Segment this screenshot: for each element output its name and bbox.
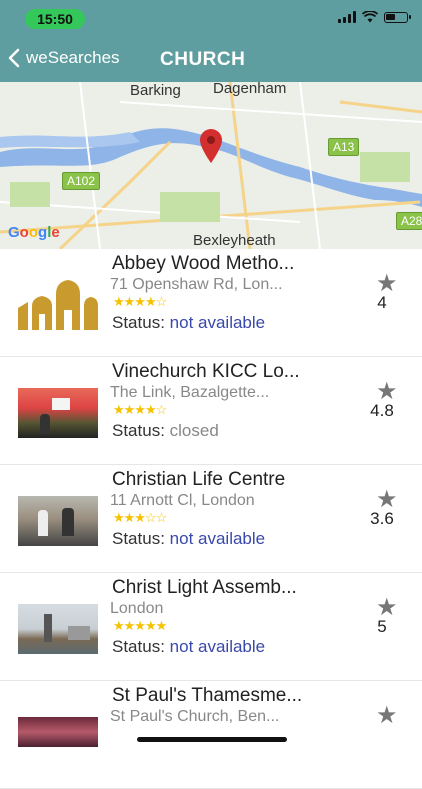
result-name: Vinechurch KICC Lo... — [112, 361, 300, 382]
google-logo: Google — [8, 224, 60, 241]
result-stars: ★★★☆☆ — [113, 510, 167, 525]
map-pin-icon[interactable] — [198, 128, 224, 164]
chevron-left-icon — [8, 48, 20, 68]
back-label: weSearches — [26, 48, 120, 67]
result-status: Status: closed — [112, 421, 219, 441]
result-rating: 5 — [377, 617, 387, 636]
status-value: not available — [169, 313, 266, 332]
result-address: The Link, Bazalgette... — [110, 384, 270, 401]
thumbnail-church-icon — [18, 280, 98, 330]
map-label-bexleyheath: Bexleyheath — [193, 232, 276, 249]
battery-icon — [384, 11, 411, 23]
result-rating: 4.8 — [370, 401, 394, 420]
nav-header: 15:50 weSearches CHURCH — [0, 0, 422, 82]
road-badge-a28: A28 — [396, 212, 422, 230]
map-label-dagenham: Dagenham — [213, 82, 287, 97]
result-stars: ★★★★☆ — [113, 402, 167, 417]
thumbnail-photo — [18, 717, 98, 747]
list-item[interactable]: Abbey Wood Metho... 71 Openshaw Rd, Lon.… — [0, 249, 422, 357]
list-item[interactable]: Christian Life Centre 11 Arnott Cl, Lond… — [0, 465, 422, 573]
list-item[interactable]: Vinechurch KICC Lo... The Link, Bazalget… — [0, 357, 422, 465]
signal-icon — [338, 11, 356, 23]
status-value: closed — [169, 421, 219, 440]
map-view[interactable]: Barking Dagenham Bexleyheath A102 A13 A2… — [0, 82, 422, 249]
result-stars: ★★★★★ — [113, 618, 167, 633]
page-title: CHURCH — [160, 49, 246, 70]
map-label-barking: Barking — [130, 82, 181, 99]
result-status: Status: not available — [112, 637, 265, 657]
status-label: Status: — [112, 529, 165, 548]
result-address: St Paul's Church, Ben... — [110, 708, 280, 725]
thumbnail-photo — [18, 604, 98, 654]
result-rating: 4 — [377, 293, 387, 312]
result-name: Christ Light Assemb... — [112, 577, 297, 598]
result-name: St Paul's Thamesme... — [112, 685, 303, 706]
status-time: 15:50 — [25, 9, 85, 29]
list-item[interactable]: Christ Light Assemb... London ★★★★★ Stat… — [0, 573, 422, 681]
results-list: Abbey Wood Metho... 71 Openshaw Rd, Lon.… — [0, 249, 422, 789]
result-rating: 3.6 — [370, 509, 394, 528]
status-label: Status: — [112, 637, 165, 656]
result-status: Status: not available — [112, 529, 265, 549]
result-name: Abbey Wood Metho... — [112, 253, 295, 274]
favorite-star-icon[interactable]: ★ — [376, 701, 398, 730]
road-badge-a13: A13 — [328, 138, 360, 156]
result-stars: ★★★★☆ — [113, 294, 167, 309]
wifi-icon — [362, 11, 378, 23]
list-item[interactable]: St Paul's Thamesme... St Paul's Church, … — [0, 681, 422, 789]
result-address: 71 Openshaw Rd, Lon... — [110, 276, 283, 293]
result-address: 11 Arnott Cl, London — [110, 492, 255, 509]
map-drawing — [0, 82, 422, 249]
thumbnail-photo — [18, 388, 98, 438]
status-icons — [338, 11, 411, 23]
status-value: not available — [169, 637, 266, 656]
home-indicator[interactable] — [137, 737, 287, 742]
result-name: Christian Life Centre — [112, 469, 286, 490]
road-badge-a102: A102 — [62, 172, 101, 190]
back-button[interactable]: weSearches — [8, 48, 120, 68]
status-label: Status: — [112, 421, 165, 440]
status-value: not available — [169, 529, 266, 548]
status-label: Status: — [112, 313, 165, 332]
thumbnail-photo — [18, 496, 98, 546]
result-address: London — [110, 600, 164, 617]
result-status: Status: not available — [112, 313, 265, 333]
